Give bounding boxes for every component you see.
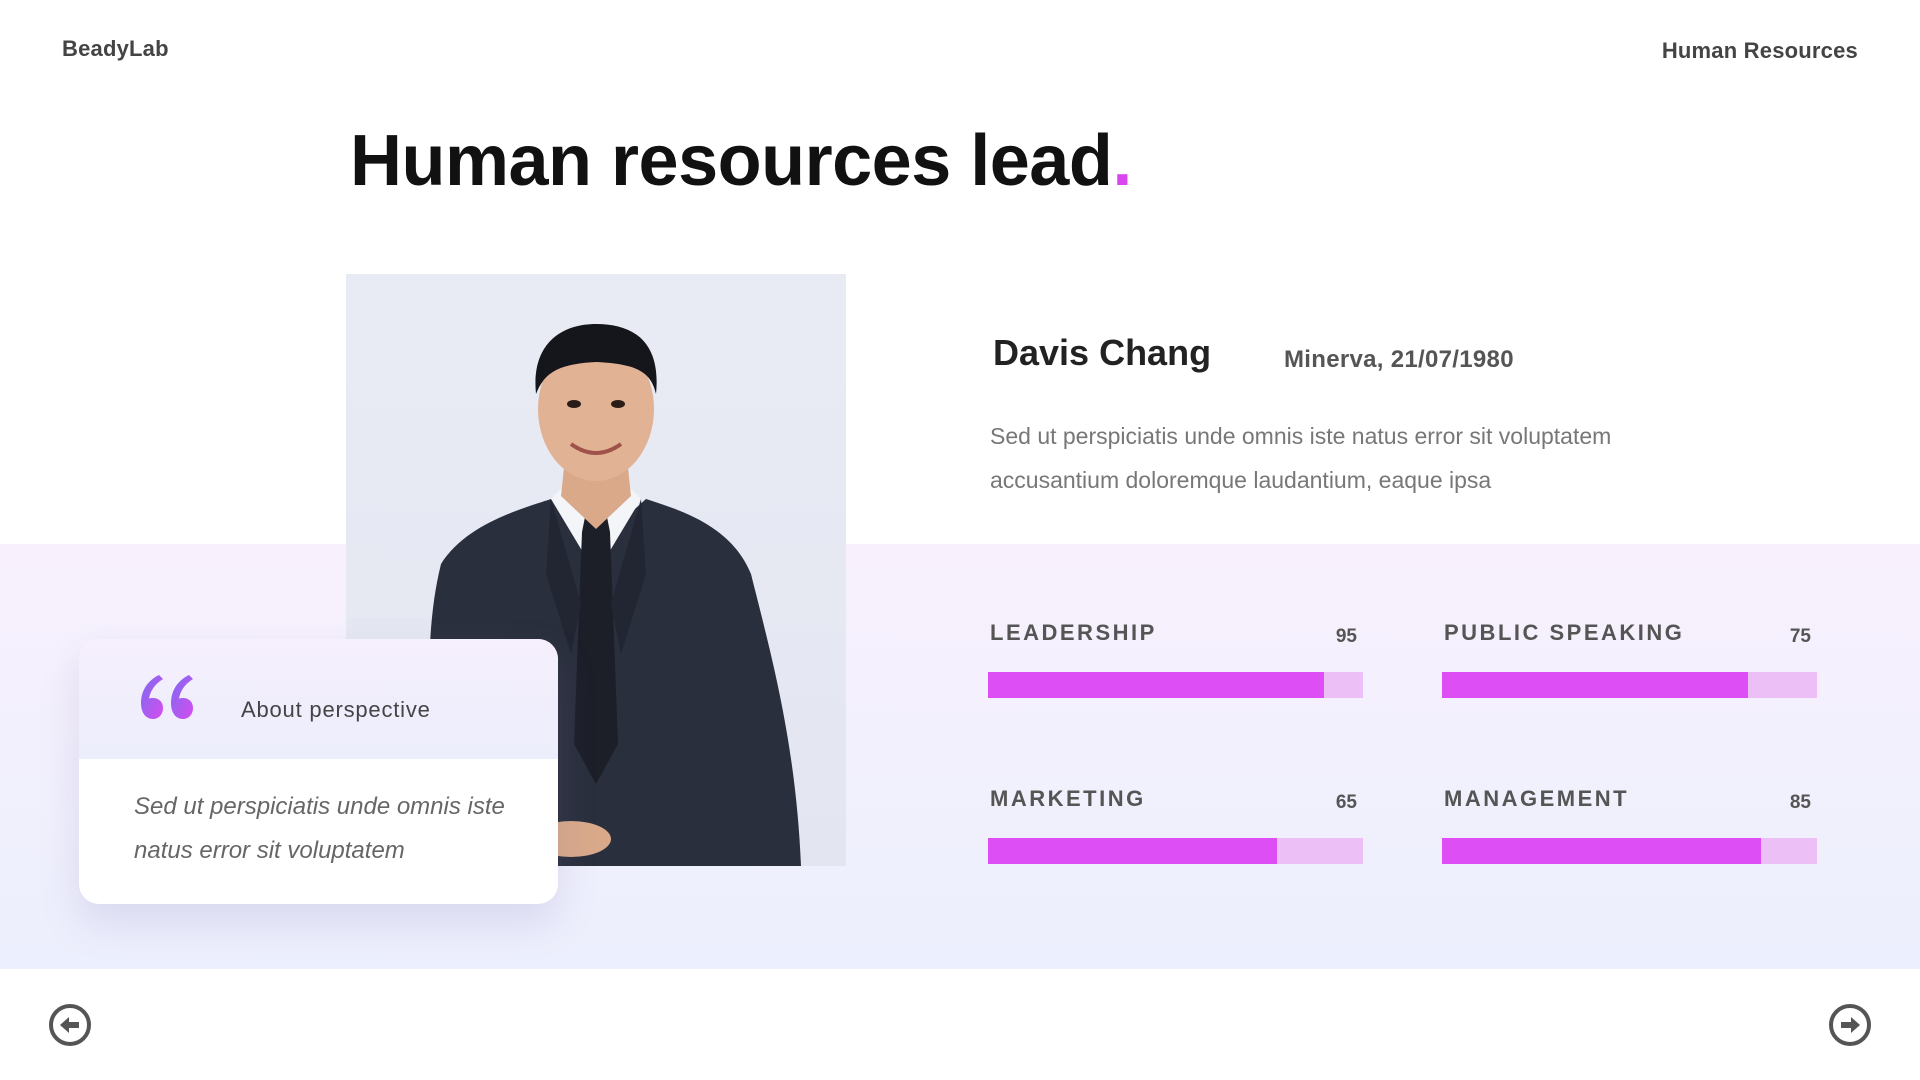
brand-name: BeadyLab xyxy=(62,36,169,61)
person-meta: Minerva, 21/07/1980 xyxy=(1284,346,1514,373)
person-name: Davis Chang xyxy=(993,332,1212,373)
skill-label: MARKETING xyxy=(990,786,1146,811)
about-card-text: Sed ut perspiciatis unde omnis iste natu… xyxy=(134,793,505,864)
arrow-right-circle-icon xyxy=(1829,1004,1871,1046)
skill-bar-fill xyxy=(1442,838,1761,864)
section-label: Human Resources xyxy=(1661,38,1858,63)
about-card-header: About perspective xyxy=(79,639,558,759)
slide: BeadyLab Human Resources Human resources… xyxy=(0,0,1920,1080)
skill-label: PUBLIC SPEAKING xyxy=(1444,620,1685,645)
skill-bar-fill xyxy=(988,672,1324,698)
skill-value: 75 xyxy=(1789,626,1811,647)
skill-bar-fill xyxy=(988,838,1277,864)
skill-label: MANAGEMENT xyxy=(1444,786,1630,811)
skill-bar-track xyxy=(988,838,1363,864)
about-card: About perspective Sed ut perspiciatis un… xyxy=(79,639,558,904)
skill-bar-track xyxy=(1442,838,1817,864)
skill-bar-track xyxy=(1442,672,1817,698)
prev-slide-button[interactable] xyxy=(48,1003,92,1047)
skill-value: 95 xyxy=(1335,626,1357,647)
skill-label: LEADERSHIP xyxy=(990,620,1157,645)
arrow-left-circle-icon xyxy=(49,1004,91,1046)
skill-value: 85 xyxy=(1789,792,1811,813)
about-card-title: About perspective xyxy=(241,697,431,722)
title-accent-dot: . xyxy=(1112,121,1132,201)
skill-bar-track xyxy=(988,672,1363,698)
page-title: Human resources lead. xyxy=(350,120,1132,202)
quote-icon xyxy=(141,675,193,719)
person-description: Sed ut perspiciatis unde omnis iste natu… xyxy=(990,423,1612,493)
next-slide-button[interactable] xyxy=(1828,1003,1872,1047)
skill-value: 65 xyxy=(1335,792,1357,813)
page-title-text: Human resources lead xyxy=(350,121,1113,201)
skill-bar-fill xyxy=(1442,672,1748,698)
